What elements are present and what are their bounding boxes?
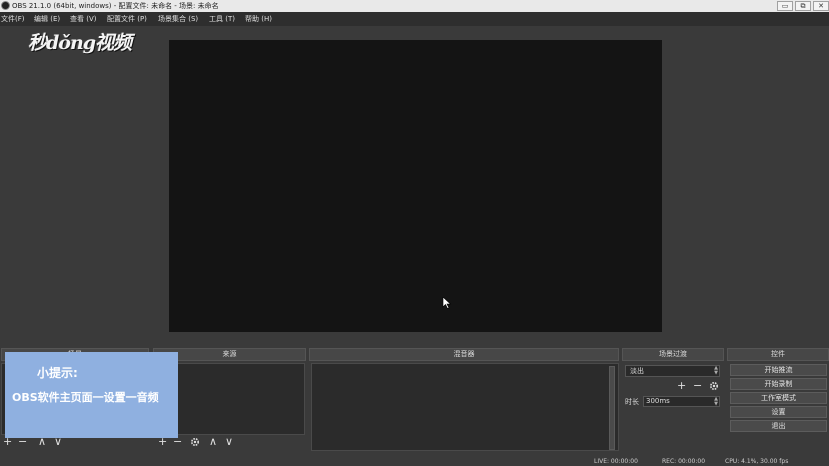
minimize-button[interactable]: ▭ (777, 1, 793, 11)
exit-button[interactable]: 退出 (730, 420, 827, 432)
menu-file[interactable]: 文件(F) (1, 14, 25, 24)
menu-bar: 文件(F) 编辑 (E) 查看 (V) 配置文件 (P) 场景集合 (S) 工具… (0, 12, 829, 26)
spin-arrows-icon[interactable]: ▲ ▼ (714, 397, 718, 407)
live-timer: LIVE: 00:00:00 (594, 458, 638, 465)
obs-app-icon (1, 1, 10, 10)
add-transition-button[interactable]: + (677, 380, 686, 391)
move-source-down-button[interactable]: ∨ (225, 436, 233, 447)
transition-selected-value: 淡出 (630, 367, 644, 375)
cpu-fps-readout: CPU: 4.1%, 30.00 fps (725, 458, 789, 465)
select-arrows-icon: ▲ ▼ (714, 365, 718, 376)
window-title: OBS 21.1.0 (64bit, windows) - 配置文件: 未命名 … (12, 2, 219, 10)
video-watermark-logo: 秒dǒng视频 (28, 32, 132, 54)
menu-edit[interactable]: 编辑 (E) (34, 14, 60, 24)
duration-value: 300ms (646, 397, 670, 405)
tip-text: OBS软件主页面一设置一音频 (12, 391, 159, 404)
transitions-dock-header: 场景过渡 (622, 348, 724, 361)
source-properties-gear-icon[interactable] (190, 437, 200, 447)
mixer-scrollbar[interactable] (609, 366, 615, 450)
status-bar: LIVE: 00:00:00 REC: 00:00:00 CPU: 4.1%, … (0, 456, 829, 466)
menu-tools[interactable]: 工具 (T) (209, 14, 235, 24)
menu-scene-collection[interactable]: 场景集合 (S) (158, 14, 198, 24)
move-source-up-button[interactable]: ∧ (209, 436, 217, 447)
start-streaming-button[interactable]: 开始推流 (730, 364, 827, 376)
transition-select[interactable]: 淡出 ▲ ▼ (625, 365, 720, 377)
settings-button[interactable]: 设置 (730, 406, 827, 418)
title-bar: OBS 21.1.0 (64bit, windows) - 配置文件: 未命名 … (0, 0, 829, 12)
menu-profile[interactable]: 配置文件 (P) (107, 14, 147, 24)
mixer-dock-header: 混音器 (309, 348, 619, 361)
preview-canvas[interactable] (169, 40, 662, 332)
mouse-cursor-icon (442, 297, 452, 309)
menu-view[interactable]: 查看 (V) (70, 14, 96, 24)
controls-dock-header: 控件 (727, 348, 829, 361)
tip-overlay: 小提示: OBS软件主页面一设置一音频 (5, 352, 178, 438)
menu-help[interactable]: 帮助 (H) (245, 14, 272, 24)
duration-spinbox[interactable]: 300ms ▲ ▼ (643, 396, 720, 407)
duration-label: 时长 (625, 398, 639, 406)
transition-settings-gear-icon[interactable] (709, 381, 719, 391)
rec-timer: REC: 00:00:00 (662, 458, 706, 465)
audio-mixer-panel (311, 363, 619, 451)
tip-title: 小提示: (37, 366, 78, 380)
restore-button[interactable]: ⧉ (795, 1, 811, 11)
start-recording-button[interactable]: 开始录制 (730, 378, 827, 390)
close-button[interactable]: ✕ (813, 1, 829, 11)
remove-transition-button[interactable]: − (693, 380, 702, 391)
studio-mode-button[interactable]: 工作室模式 (730, 392, 827, 404)
